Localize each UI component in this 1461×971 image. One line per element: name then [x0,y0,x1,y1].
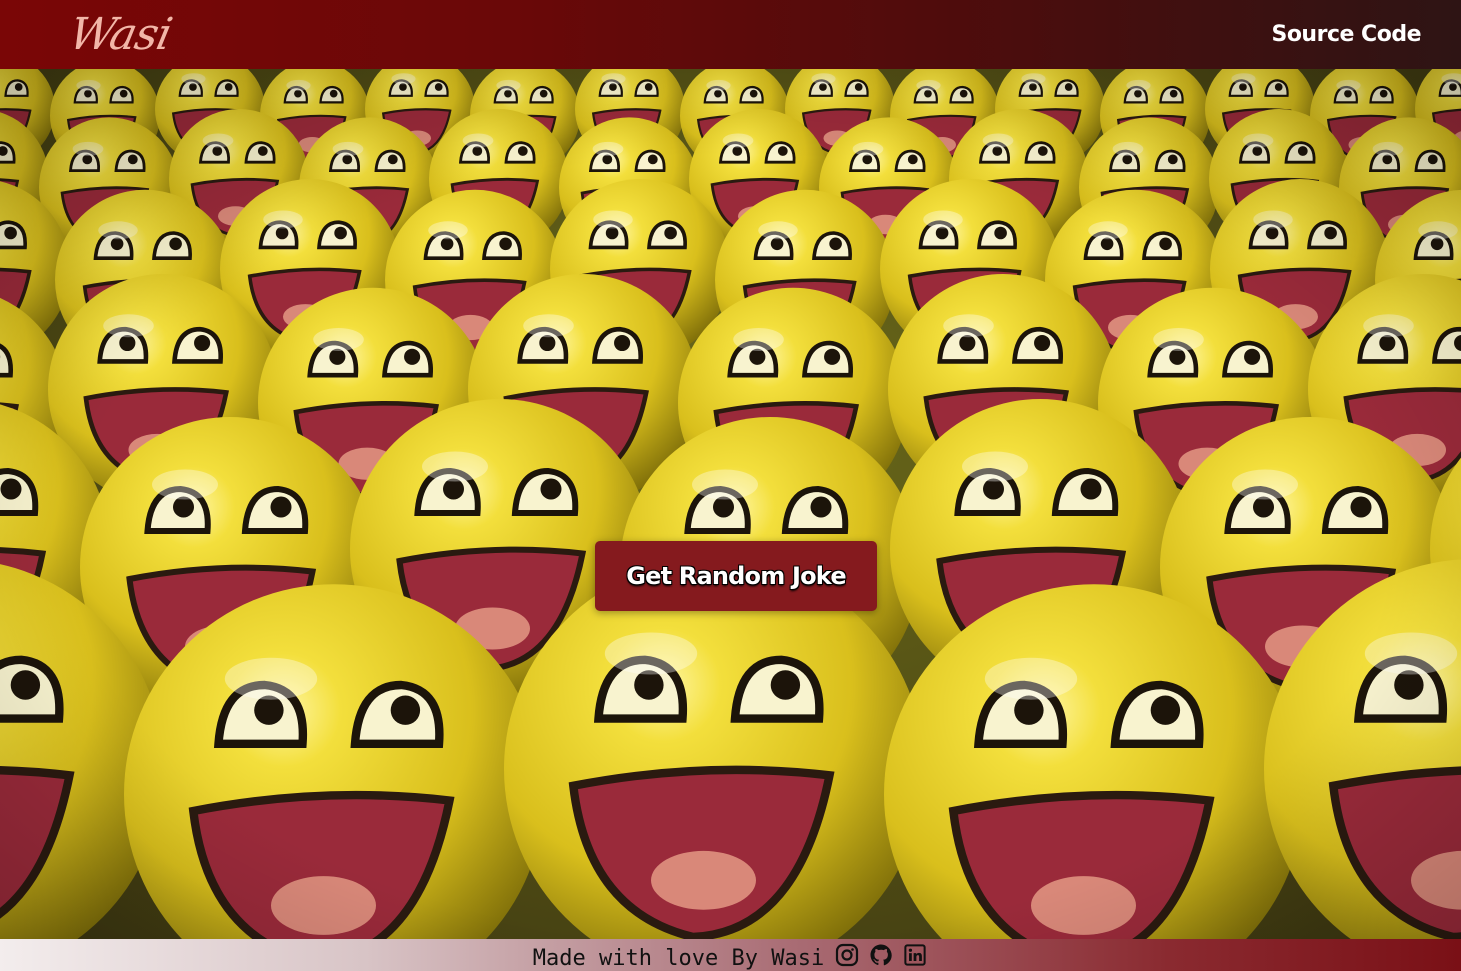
social-links [834,942,928,968]
logo[interactable]: Wasi [65,9,176,60]
footer: Made with love By Wasi [0,939,1461,971]
smiley-background-image [0,69,1461,939]
background-smileys: Get Random Joke [0,69,1461,939]
get-random-joke-button[interactable]: Get Random Joke [595,541,877,611]
instagram-icon[interactable] [834,942,860,968]
linkedin-icon[interactable] [902,942,928,968]
source-code-link[interactable]: Source Code [1271,22,1421,47]
footer-credit: Made with love By Wasi [532,945,825,971]
github-icon[interactable] [868,942,894,968]
navbar: Wasi Source Code [0,0,1461,69]
